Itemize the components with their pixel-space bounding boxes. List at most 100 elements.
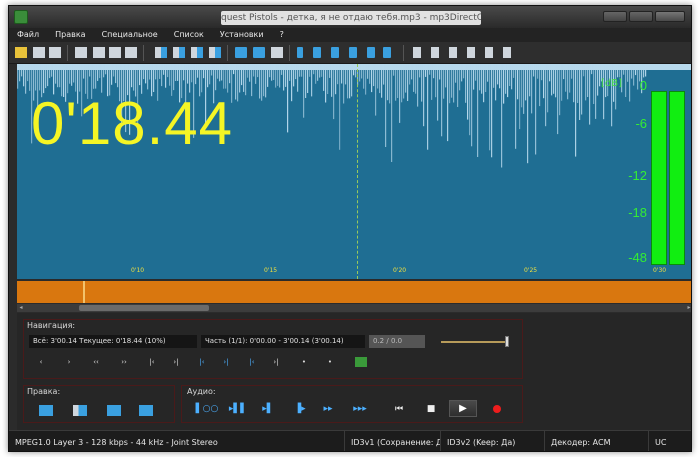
clear-marker-button[interactable]: • xyxy=(323,355,337,369)
zoom-all-icon[interactable] xyxy=(271,47,283,58)
record-icon[interactable] xyxy=(493,405,501,413)
scrollbar-thumb[interactable] xyxy=(79,305,209,311)
split-icon[interactable] xyxy=(155,47,167,58)
cut-icon[interactable] xyxy=(75,47,87,58)
maximize-button[interactable] xyxy=(629,11,653,22)
volume-slider[interactable] xyxy=(441,341,507,343)
nav-fast-forward-button[interactable]: ›› xyxy=(113,355,135,369)
cue-add-icon[interactable] xyxy=(467,47,475,58)
toolbar-separator xyxy=(143,45,144,61)
app-icon xyxy=(14,10,28,24)
nav-to-sel-start-button[interactable]: |‹ xyxy=(141,355,163,369)
marker-end-icon[interactable] xyxy=(313,47,321,58)
crop-icon[interactable] xyxy=(191,47,203,58)
open-folder-icon[interactable] xyxy=(15,47,27,58)
scroll-right-icon[interactable]: ▸ xyxy=(685,304,691,312)
title-bar: quest Pistols - детка, я не отдаю тебя.m… xyxy=(9,6,691,28)
status-decoder: Декодер: ACM xyxy=(545,431,649,451)
paste-icon[interactable] xyxy=(109,47,121,58)
set-marker-button[interactable]: • xyxy=(297,355,311,369)
edit-cut-icon[interactable] xyxy=(39,405,53,416)
nav-to-cue-end-button[interactable]: ›| xyxy=(215,355,237,369)
part-info-field: Часть (1/1): 0'00.00 - 3'00.14 (3'00.14) xyxy=(201,335,365,348)
go-start-icon[interactable] xyxy=(331,47,339,58)
db-label-18: -18 xyxy=(628,205,647,220)
playhead-line xyxy=(357,64,358,279)
main-window: quest Pistols - детка, я не отдаю тебя.m… xyxy=(8,5,692,452)
audio-forward-button[interactable]: ▸▸ xyxy=(317,401,339,417)
menu-help[interactable]: ? xyxy=(272,28,292,42)
cue-list-icon[interactable] xyxy=(503,47,511,58)
scroll-left-icon[interactable]: ◂ xyxy=(17,304,25,312)
audio-play-selection-button[interactable]: ▸▌ xyxy=(257,401,279,417)
nav-prev-button[interactable]: ‹ xyxy=(31,355,51,369)
join-icon[interactable] xyxy=(173,47,185,58)
transport-prev-button[interactable]: ⏮ xyxy=(391,401,407,417)
menu-file[interactable]: Файл xyxy=(9,28,47,42)
audio-play-end-button[interactable]: ▐▸ xyxy=(289,401,311,417)
nav-fast-back-button[interactable]: ‹‹ xyxy=(85,355,107,369)
copy-icon[interactable] xyxy=(93,47,105,58)
nav-to-part-end-button[interactable]: ›| xyxy=(265,355,287,369)
navigation-group xyxy=(23,319,523,379)
nav-next-button[interactable]: › xyxy=(59,355,79,369)
overview-position-marker[interactable] xyxy=(83,281,85,303)
audio-play-cursor-button[interactable]: ▸▌▌ xyxy=(225,401,251,417)
save-as-icon[interactable] xyxy=(49,47,61,58)
marker-start-icon[interactable] xyxy=(297,47,303,58)
toolbar xyxy=(9,42,691,64)
fade-icon[interactable] xyxy=(209,47,221,58)
go-end-icon[interactable] xyxy=(349,47,357,58)
minimize-button[interactable] xyxy=(603,11,627,22)
edit-label: Правка: xyxy=(27,387,61,396)
edit-fade-in-icon[interactable] xyxy=(107,405,121,416)
navigation-label: Навигация: xyxy=(27,321,76,330)
audio-fast-forward-button[interactable]: ▸▸▸ xyxy=(347,401,373,417)
counter-field: 0.2 / 0.0 xyxy=(369,335,425,348)
time-tick: 0'15 xyxy=(264,267,278,274)
cue-prev-icon[interactable] xyxy=(449,47,457,58)
transport-play-button[interactable]: ▶ xyxy=(449,400,477,417)
transport-stop-button[interactable]: ■ xyxy=(423,401,439,417)
toolbar-separator xyxy=(67,45,68,61)
waveform-view[interactable]: 0'18.44 [dB] 0 -6 -12 -18 -48 0'10 0'15 … xyxy=(17,64,691,279)
cue-icon[interactable] xyxy=(413,47,421,58)
select-icon[interactable] xyxy=(367,47,375,58)
cue-remove-icon[interactable] xyxy=(485,47,493,58)
delete-icon[interactable] xyxy=(125,47,137,58)
loop-icon[interactable] xyxy=(383,47,391,58)
save-icon[interactable] xyxy=(33,47,45,58)
menu-list[interactable]: Список xyxy=(166,28,212,42)
window-controls xyxy=(603,11,685,22)
marker-flag-icon[interactable] xyxy=(355,357,367,367)
edit-fade-out-icon[interactable] xyxy=(139,405,153,416)
menu-bar: Файл Правка Специальное Список Установки… xyxy=(9,28,691,42)
audio-play-start-button[interactable]: ▌○○ xyxy=(193,401,221,417)
toolbar-separator xyxy=(227,45,228,61)
nav-to-part-start-button[interactable]: |‹ xyxy=(241,355,263,369)
menu-special[interactable]: Специальное xyxy=(94,28,166,42)
status-uc: UC xyxy=(655,438,667,447)
zoom-out-icon[interactable] xyxy=(253,47,265,58)
time-tick: 0'20 xyxy=(393,267,407,274)
nav-to-sel-end-button[interactable]: ›| xyxy=(165,355,187,369)
status-id3v2: ID3v2 (Keep: Да) xyxy=(441,431,545,451)
nav-to-cue-start-button[interactable]: |‹ xyxy=(191,355,213,369)
status-format: MPEG1.0 Layer 3 - 128 kbps - 44 kHz - Jo… xyxy=(9,431,345,451)
status-id3v1: ID3v1 (Сохранение: Да) xyxy=(345,431,441,451)
time-tick: 0'25 xyxy=(524,267,538,274)
db-label-6: -6 xyxy=(635,116,647,131)
close-button[interactable] xyxy=(655,11,685,22)
toolbar-separator xyxy=(289,45,290,61)
track-overview-bar[interactable] xyxy=(17,279,691,303)
menu-settings[interactable]: Установки xyxy=(212,28,272,42)
db-label-48: -48 xyxy=(628,250,647,265)
edit-split-icon[interactable] xyxy=(73,405,87,416)
cue-next-icon[interactable] xyxy=(431,47,439,58)
horizontal-scrollbar[interactable]: ◂ ▸ xyxy=(17,304,691,312)
time-tick: 0'10 xyxy=(131,267,145,274)
volume-slider-knob[interactable] xyxy=(505,336,509,347)
window-title: quest Pistols - детка, я не отдаю тебя.m… xyxy=(221,11,481,25)
zoom-in-icon[interactable] xyxy=(235,47,247,58)
menu-edit[interactable]: Правка xyxy=(47,28,93,42)
